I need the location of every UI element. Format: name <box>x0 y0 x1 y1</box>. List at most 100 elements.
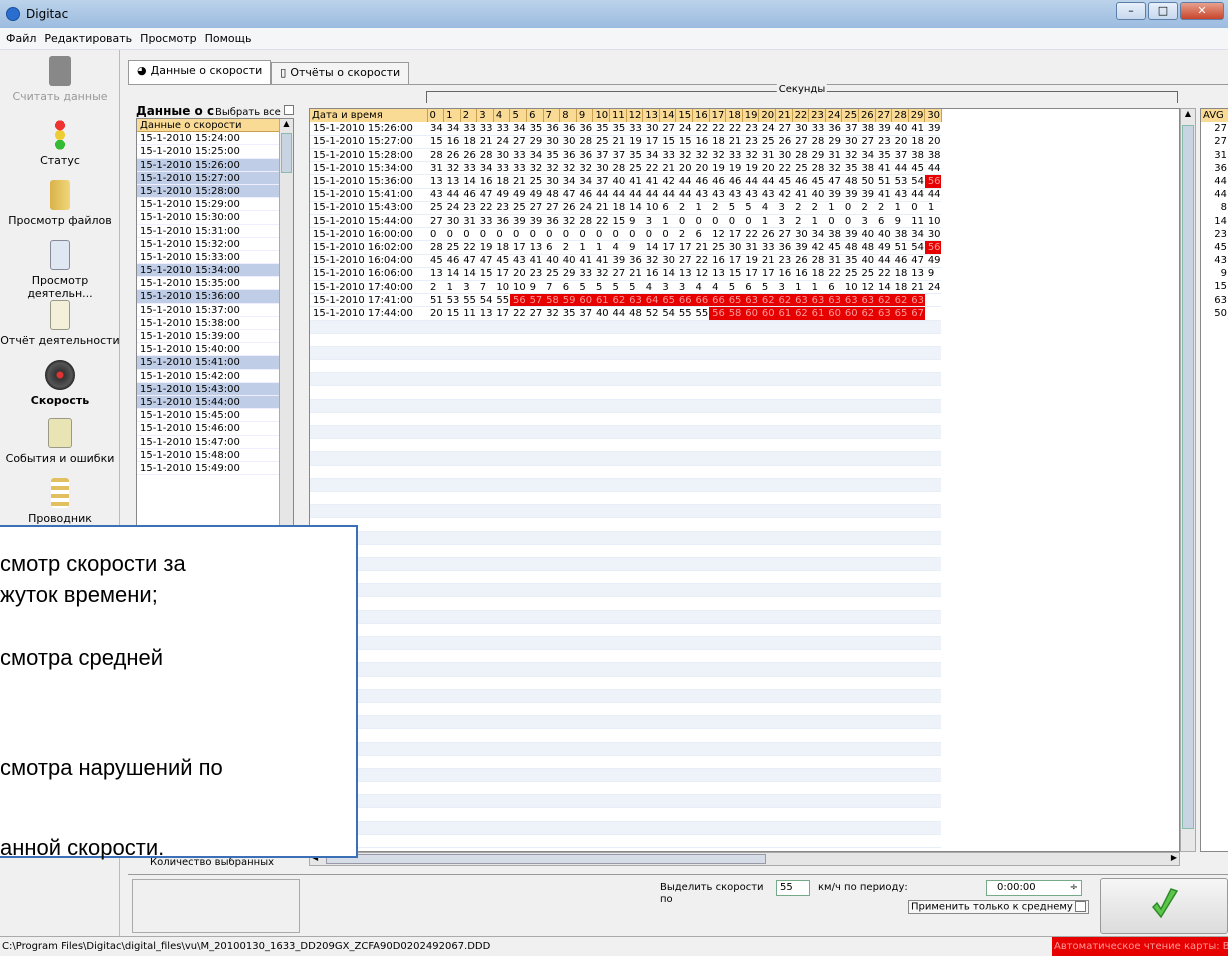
apply-button[interactable] <box>1100 878 1228 934</box>
menu-help[interactable]: Помощь <box>201 32 256 45</box>
list-item[interactable]: 15-1-2010 15:44:00 <box>137 395 293 410</box>
column-header-second[interactable]: 25 <box>841 109 859 123</box>
column-header-second[interactable]: 22 <box>792 109 810 123</box>
table-row[interactable]: 15-1-2010 15:43:00 25 24 23 22 23 25 27 27 26 24 21… <box>310 201 942 216</box>
column-header-second[interactable]: 24 <box>825 109 843 123</box>
list-item[interactable]: 15-1-2010 15:41:00 <box>137 356 293 370</box>
list-item[interactable]: 15-1-2010 15:43:00 <box>137 382 293 396</box>
table-row[interactable]: 15-1-2010 17:44:00 20 15 11 13 17 22 27 32 35 37 40… <box>310 306 942 321</box>
grid-horizontal-scrollbar[interactable]: ◀ ▶ <box>309 852 1180 866</box>
speed-data-list[interactable]: Данные о скорости 15-1-2010 15:24:00 15-1… <box>136 118 294 528</box>
list-item[interactable]: 15-1-2010 15:47:00 <box>137 436 293 449</box>
list-item[interactable]: 15-1-2010 15:29:00 <box>137 198 293 212</box>
column-header-second[interactable]: 16 <box>692 109 710 123</box>
column-header-second[interactable]: 0 <box>427 109 445 123</box>
column-header-second[interactable]: 23 <box>808 109 826 123</box>
table-row[interactable]: 15-1-2010 16:02:00 28 25 22 19 18 17 13 6 2 1 1 4 9 14… <box>310 240 942 255</box>
column-header-second[interactable]: 20 <box>758 109 776 123</box>
sidebar-item-read-data[interactable]: Считать данные <box>0 56 120 103</box>
table-row[interactable]: 15-1-2010 15:27:00 15 16 18 21 24 27 29 30 30 28 25… <box>310 135 942 150</box>
list-item[interactable]: 15-1-2010 15:42:00 <box>137 370 293 383</box>
minimize-button[interactable]: – <box>1116 2 1146 20</box>
scroll-thumb[interactable] <box>1182 125 1194 829</box>
maximize-button[interactable]: □ <box>1148 2 1178 20</box>
apply-to-average-checkbox[interactable] <box>1074 901 1086 912</box>
list-item[interactable]: 15-1-2010 15:38:00 <box>137 317 293 330</box>
list-item[interactable]: 15-1-2010 15:33:00 <box>137 251 293 265</box>
column-header-second[interactable]: 8 <box>559 109 577 123</box>
column-header-second[interactable]: 18 <box>725 109 743 123</box>
speed-grid[interactable]: Дата и время 0 1 2 3 4 5 6 7 8 9 10 11 12 13 14 15 16 17 18… <box>309 108 1180 852</box>
column-header-datetime[interactable]: Дата и время <box>310 109 428 123</box>
stepper-icon[interactable]: ÷ <box>1070 881 1078 895</box>
column-header-second[interactable]: 27 <box>875 109 893 123</box>
column-header-second[interactable]: 5 <box>509 109 528 123</box>
scroll-thumb[interactable] <box>281 133 292 173</box>
table-row[interactable]: 15-1-2010 15:34:00 31 32 33 34 33 33 32 32 32 32 30… <box>310 161 942 176</box>
column-header-second[interactable]: 14 <box>659 109 677 123</box>
table-row[interactable]: 15-1-2010 17:41:00 51 53 55 54 55 56 57 58 59 60 61… <box>310 293 942 308</box>
sidebar-item-speed[interactable]: Скорость <box>0 360 120 407</box>
list-item[interactable]: 15-1-2010 15:26:00 <box>137 158 293 172</box>
tab-speed-reports[interactable]: ▯ Отчёты о скорости <box>271 62 410 84</box>
column-header-second[interactable]: 11 <box>609 109 627 123</box>
list-item[interactable]: 15-1-2010 15:35:00 <box>137 277 293 291</box>
list-item[interactable]: 15-1-2010 15:39:00 <box>137 330 293 344</box>
sidebar-item-activity-report[interactable]: Отчёт деятельности <box>0 300 120 347</box>
sidebar-item-explorer[interactable]: Проводник <box>0 478 120 525</box>
sidebar-item-status[interactable]: Статус <box>0 120 120 167</box>
menu-edit[interactable]: Редактировать <box>40 32 136 45</box>
list-scrollbar[interactable]: ▲ <box>279 119 293 527</box>
scroll-right-icon[interactable]: ▶ <box>1171 853 1177 862</box>
table-row[interactable]: 15-1-2010 16:06:00 13 14 14 15 17 20 23 25 29 33 32… <box>310 267 942 281</box>
list-item[interactable]: 15-1-2010 15:40:00 <box>137 343 293 357</box>
column-header-second[interactable]: 4 <box>493 109 511 123</box>
column-header-second[interactable]: 28 <box>891 109 909 123</box>
table-row[interactable]: 15-1-2010 15:41:00 43 44 46 47 49 49 49 48 47 46 44… <box>310 188 942 202</box>
table-row[interactable]: 15-1-2010 15:28:00 28 26 26 28 30 33 34 35 36 36 37… <box>310 148 942 163</box>
speed-threshold-input[interactable]: 55 <box>776 880 810 896</box>
list-item[interactable]: 15-1-2010 15:28:00 <box>137 184 293 199</box>
column-header-second[interactable]: 13 <box>642 109 660 123</box>
column-header-second[interactable]: 3 <box>476 109 494 123</box>
column-header-second[interactable]: 29 <box>908 109 926 123</box>
table-row[interactable]: 15-1-2010 15:26:00 34 34 33 33 33 34 35 36 36 36 35… <box>310 122 942 136</box>
list-item[interactable]: 15-1-2010 15:34:00 <box>137 264 293 278</box>
list-item[interactable]: 15-1-2010 15:46:00 <box>137 422 293 436</box>
list-item[interactable]: 15-1-2010 15:45:00 <box>137 409 293 423</box>
sidebar-item-activity-view[interactable]: Просмотр деятельн... <box>0 240 120 300</box>
menu-view[interactable]: Просмотр <box>136 32 200 45</box>
list-item[interactable]: 15-1-2010 15:30:00 <box>137 211 293 225</box>
list-item[interactable]: 15-1-2010 15:27:00 <box>137 171 293 185</box>
column-header-second[interactable]: 30 <box>924 109 942 123</box>
column-header-second[interactable]: 17 <box>709 109 727 123</box>
table-row[interactable]: 15-1-2010 16:00:00 0 0 0 0 0 0 0 0 0 0 0 0 0 0 0 2 6 12 17 2… <box>310 227 942 242</box>
column-header-second[interactable]: 12 <box>626 109 644 123</box>
list-item[interactable]: 15-1-2010 15:48:00 <box>137 449 293 462</box>
list-item[interactable]: 15-1-2010 15:32:00 <box>137 238 293 251</box>
column-header-second[interactable]: 7 <box>543 109 561 123</box>
scroll-thumb[interactable] <box>326 854 766 864</box>
column-header-second[interactable]: 1 <box>443 109 461 123</box>
list-item[interactable]: 15-1-2010 15:31:00 <box>137 225 293 238</box>
table-row[interactable]: 15-1-2010 17:40:00 2 1 3 7 10 10 9 7 6 5 5 5 5 4 3 3 4 4 5 6… <box>310 280 942 295</box>
list-item[interactable]: 15-1-2010 15:36:00 <box>137 290 293 304</box>
table-row[interactable]: 15-1-2010 15:36:00 13 13 14 16 18 21 25 30 34 34 37… <box>310 174 942 189</box>
column-header-second[interactable]: 6 <box>526 109 544 123</box>
column-header-avg[interactable]: AVG <box>1201 109 1228 123</box>
select-all-checkbox[interactable] <box>284 104 294 115</box>
sidebar-item-events[interactable]: События и ошибки <box>0 418 120 465</box>
table-row[interactable]: 15-1-2010 15:44:00 27 30 31 33 36 39 39 36 32 28 22… <box>310 214 942 229</box>
scroll-up-icon[interactable]: ▲ <box>280 119 293 131</box>
list-item[interactable]: 15-1-2010 15:49:00 <box>137 462 293 476</box>
scroll-up-icon[interactable]: ▲ <box>1181 109 1195 123</box>
list-item[interactable]: 15-1-2010 15:37:00 <box>137 304 293 317</box>
grid-vertical-scrollbar[interactable]: ▲ <box>1180 108 1196 852</box>
column-header-second[interactable]: 19 <box>742 109 760 123</box>
list-item[interactable]: 15-1-2010 15:25:00 <box>137 145 293 159</box>
apply-to-average-option[interactable]: Применить только к среднему <box>908 900 1089 914</box>
menu-file[interactable]: Файл <box>2 32 40 45</box>
sidebar-item-files[interactable]: Просмотр файлов <box>0 180 120 227</box>
list-item[interactable]: 15-1-2010 15:24:00 <box>137 132 293 146</box>
close-button[interactable]: ✕ <box>1180 2 1224 20</box>
